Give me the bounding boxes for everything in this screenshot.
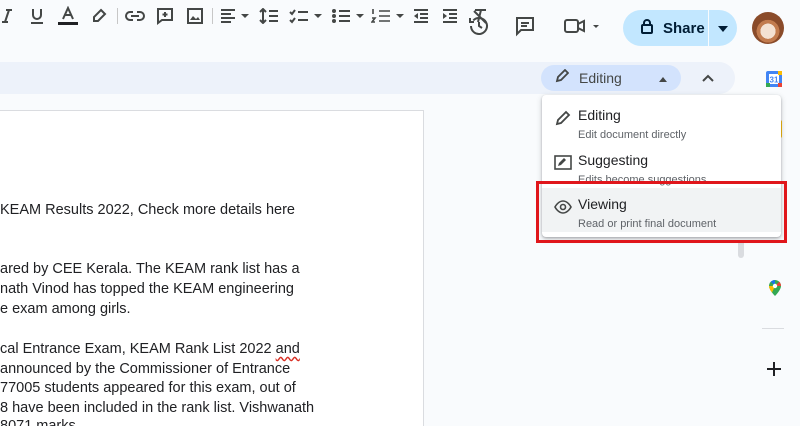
line-spacing-icon[interactable] xyxy=(259,6,279,26)
doc-line: nath Vinod has topped the KEAM engineeri… xyxy=(0,281,294,297)
menu-item-description: Edit document directly xyxy=(578,129,687,141)
text-color-icon[interactable] xyxy=(57,6,79,26)
lock-icon xyxy=(640,18,654,39)
svg-text:31: 31 xyxy=(770,76,779,85)
numbered-list-icon[interactable] xyxy=(371,6,407,26)
doc-line: cal Entrance Exam, KEAM Rank List 2022 a… xyxy=(0,341,300,357)
caret-up-icon xyxy=(659,69,667,87)
chevron-up-icon xyxy=(702,69,714,87)
doc-text: cal Entrance Exam, KEAM Rank List 2022 xyxy=(0,341,272,357)
menu-item-description: Read or print final document xyxy=(578,218,717,230)
align-icon[interactable] xyxy=(220,6,252,26)
share-label: Share xyxy=(663,19,705,37)
share-dropdown[interactable] xyxy=(709,10,737,46)
menu-item-viewing[interactable]: Viewing Read or print final document xyxy=(542,188,781,232)
doc-line: ared by CEE Kerala. The KEAM rank list h… xyxy=(0,261,300,277)
doc-line: 77005 students appeared for this exam, o… xyxy=(0,380,296,396)
menu-item-description: Edits become suggestions xyxy=(578,174,707,186)
clear-formatting-icon[interactable] xyxy=(471,6,489,26)
scrollbar-thumb[interactable] xyxy=(738,240,744,258)
suggest-edit-icon xyxy=(554,154,572,172)
mode-label: Editing xyxy=(579,70,622,86)
increase-indent-icon[interactable] xyxy=(442,6,458,26)
menu-item-title: Suggesting xyxy=(578,152,649,168)
mode-menu: Editing Edit document directly Suggestin… xyxy=(542,95,781,237)
pencil-icon xyxy=(554,109,572,127)
calendar-icon[interactable]: 31 xyxy=(765,70,783,88)
link-icon[interactable] xyxy=(125,6,145,26)
menu-item-title: Editing xyxy=(578,107,621,123)
doc-line: 8071 marks xyxy=(0,418,76,426)
add-icon[interactable] xyxy=(766,361,784,379)
toolbar-separator xyxy=(117,8,118,24)
doc-line: e exam among girls. xyxy=(0,301,131,317)
doc-line: announced by the Commissioner of Entranc… xyxy=(0,361,291,377)
doc-line: 8 have been included in the rank list. V… xyxy=(0,400,315,416)
toolbar-separator xyxy=(212,8,213,24)
avatar[interactable] xyxy=(752,12,784,44)
share-button[interactable]: Share xyxy=(623,10,737,46)
underline-icon[interactable] xyxy=(28,6,46,26)
add-comment-icon[interactable] xyxy=(156,6,174,26)
side-panel-divider xyxy=(762,328,784,329)
decrease-indent-icon[interactable] xyxy=(413,6,429,26)
meet-icon[interactable] xyxy=(562,14,602,38)
pencil-icon xyxy=(555,68,570,88)
collapse-toolbar-button[interactable] xyxy=(697,68,719,88)
caret-down-icon xyxy=(718,19,728,37)
menu-item-suggesting[interactable]: Suggesting Edits become suggestions xyxy=(542,144,781,188)
bulleted-list-icon[interactable] xyxy=(331,6,367,26)
image-icon[interactable] xyxy=(186,6,204,26)
mode-selector[interactable]: Editing xyxy=(541,65,681,91)
spelling-error-word[interactable]: and xyxy=(276,341,300,357)
italic-icon[interactable] xyxy=(0,6,14,26)
comment-icon[interactable] xyxy=(513,14,537,38)
doc-line: KEAM Results 2022, Check more details he… xyxy=(0,202,295,218)
highlight-icon[interactable] xyxy=(90,6,108,26)
menu-item-editing[interactable]: Editing Edit document directly xyxy=(542,99,781,143)
maps-icon[interactable] xyxy=(767,279,785,297)
menu-item-title: Viewing xyxy=(578,196,627,212)
checklist-icon[interactable] xyxy=(289,6,325,26)
share-main[interactable]: Share xyxy=(623,10,708,46)
eye-icon xyxy=(554,198,572,216)
